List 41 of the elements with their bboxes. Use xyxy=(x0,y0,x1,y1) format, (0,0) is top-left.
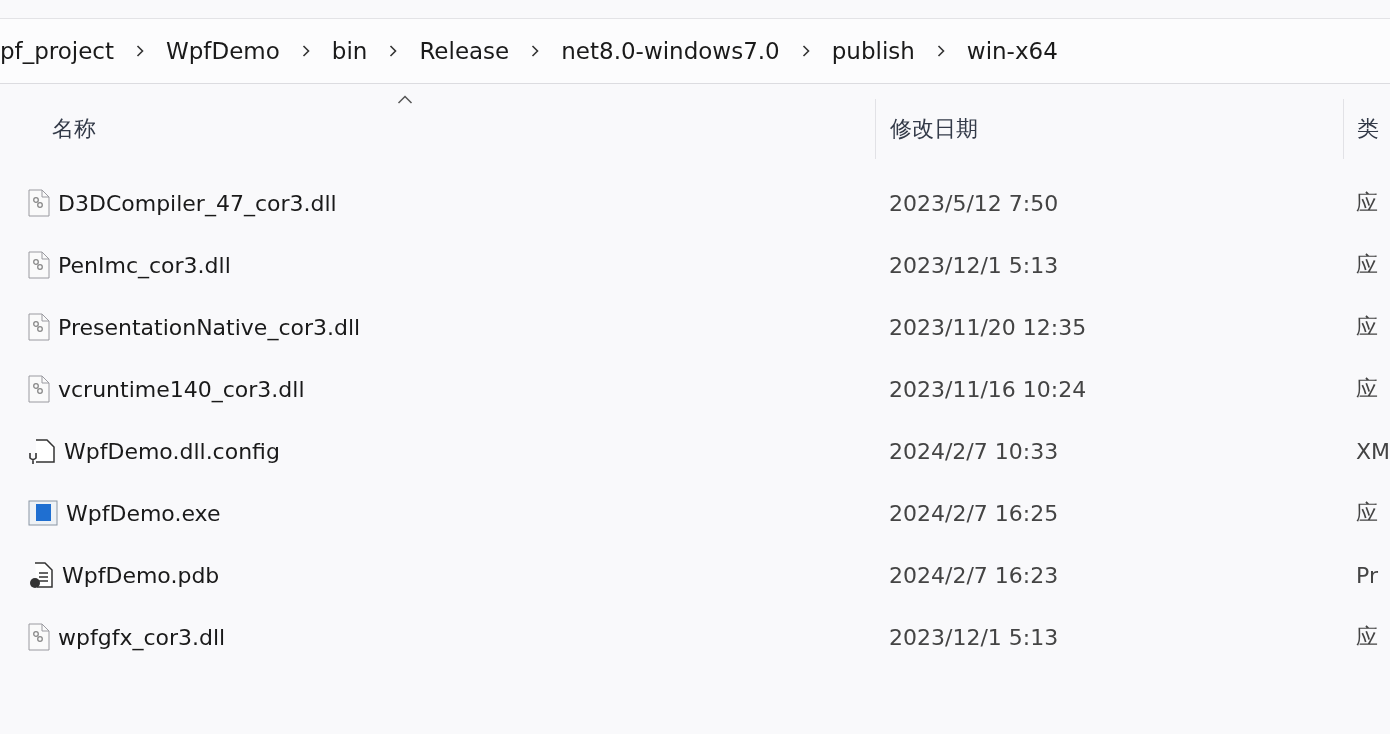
chevron-right-icon[interactable] xyxy=(936,44,945,58)
file-name[interactable]: wpfgfx_cor3.dll xyxy=(58,624,226,650)
breadcrumb-item[interactable]: pf_project xyxy=(0,38,115,64)
breadcrumb-item[interactable]: WpfDemo xyxy=(166,38,280,64)
file-type: 应 xyxy=(1356,376,1378,401)
address-bar[interactable]: pf_project WpfDemo bin Release net8.0-windows7.0 publish win-x64 xyxy=(0,18,1390,84)
chevron-right-icon[interactable] xyxy=(389,44,398,58)
file-type: 应 xyxy=(1356,500,1378,525)
file-name[interactable]: PenImc_cor3.dll xyxy=(58,252,231,278)
modified-date: 2023/12/1 5:13 xyxy=(889,624,1059,650)
file-name[interactable]: vcruntime140_cor3.dll xyxy=(58,376,305,402)
file-type: 应 xyxy=(1356,314,1378,339)
modified-date: 2023/11/20 12:35 xyxy=(889,314,1087,340)
file-name[interactable]: WpfDemo.dll.config xyxy=(64,438,280,464)
column-header[interactable]: 修改日期 xyxy=(875,99,1343,159)
breadcrumb-item[interactable]: net8.0-windows7.0 xyxy=(561,38,780,64)
breadcrumb-item[interactable]: win-x64 xyxy=(966,38,1058,64)
chevron-right-icon[interactable] xyxy=(801,44,810,58)
modified-date: 2023/12/1 5:13 xyxy=(889,252,1059,278)
modified-date: 2023/11/16 10:24 xyxy=(889,376,1087,402)
column-header[interactable]: 名称 xyxy=(0,99,875,159)
breadcrumb-item[interactable]: publish xyxy=(831,38,915,64)
file-name[interactable]: WpfDemo.pdb xyxy=(62,562,220,588)
file-type: 应 xyxy=(1356,190,1378,215)
chevron-right-icon[interactable] xyxy=(136,44,145,58)
chevron-right-icon[interactable] xyxy=(531,44,540,58)
modified-date: 2024/2/7 16:25 xyxy=(889,500,1059,526)
file-name[interactable]: WpfDemo.exe xyxy=(66,500,221,526)
modified-date: 2024/2/7 16:23 xyxy=(889,562,1059,588)
file-name[interactable]: D3DCompiler_47_cor3.dll xyxy=(58,190,337,216)
file-type: Pr xyxy=(1356,562,1378,588)
file-type: 应 xyxy=(1356,624,1378,649)
file-name[interactable]: PresentationNative_cor3.dll xyxy=(58,314,361,340)
file-type: 应 xyxy=(1356,252,1378,277)
breadcrumb-item[interactable]: Release xyxy=(419,38,510,64)
modified-date: 2024/2/7 10:33 xyxy=(888,438,1059,464)
breadcrumb-item[interactable]: bin xyxy=(331,38,368,64)
chevron-right-icon[interactable] xyxy=(301,44,310,58)
file-type: XM xyxy=(1355,438,1390,464)
column-header[interactable]: 类 xyxy=(1343,99,1390,159)
modified-date: 2023/5/12 7:50 xyxy=(889,190,1059,216)
